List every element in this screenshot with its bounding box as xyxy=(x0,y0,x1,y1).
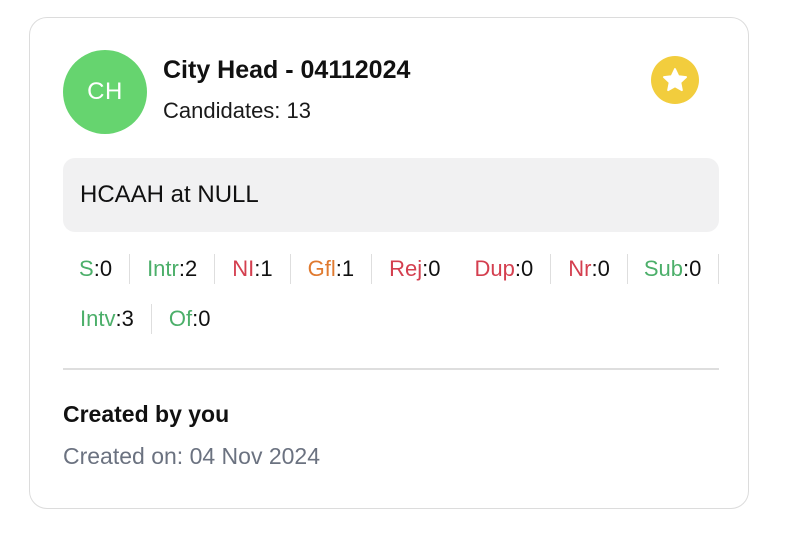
stat-value: 0 xyxy=(597,256,610,281)
stat-value: 0 xyxy=(198,306,211,331)
stat-key: Intv xyxy=(80,306,116,331)
stat-value: 2 xyxy=(184,256,198,281)
stat-dup[interactable]: Dup:0 xyxy=(458,254,552,284)
stat-key: Intr xyxy=(147,256,179,281)
stat-value: 1 xyxy=(341,256,355,281)
stat-nr[interactable]: Nr:0 xyxy=(551,254,628,284)
stat-key: Rej xyxy=(389,256,423,281)
favorite-button[interactable] xyxy=(651,56,699,104)
stat-key: NI xyxy=(232,256,255,281)
stat-key: Of xyxy=(168,306,193,331)
created-by: Created by you xyxy=(63,401,230,427)
stat-value: 0 xyxy=(428,256,441,281)
stat-ni[interactable]: NI:1 xyxy=(215,254,291,284)
stat-value: 0 xyxy=(689,256,702,281)
stat-value: 0 xyxy=(520,256,534,281)
description-box: HCAAH at NULL xyxy=(63,158,719,232)
stat-intv[interactable]: Intv:3 xyxy=(63,304,152,334)
divider xyxy=(63,368,719,370)
stat-key: Dup xyxy=(474,256,515,281)
stat-s[interactable]: S:0 xyxy=(63,254,131,284)
stat-key: Gfl xyxy=(307,256,336,281)
stat-sub[interactable]: Sub:0 xyxy=(628,254,720,284)
star-icon xyxy=(662,68,688,92)
stat-value: 3 xyxy=(121,306,134,331)
status-counts: S:0 Intr:2 NI:1 Gfl:1 Rej:0 Dup:0 Nr:0 S… xyxy=(63,254,723,334)
stat-key: S xyxy=(79,256,94,281)
stat-value: 0 xyxy=(99,256,113,281)
stat-key: Nr xyxy=(568,256,592,281)
avatar: CH xyxy=(63,50,147,134)
stat-key: Sub xyxy=(643,256,683,281)
stat-intr[interactable]: Intr:2 xyxy=(130,254,216,284)
stat-value: 1 xyxy=(260,256,273,281)
description-text: HCAAH at NULL xyxy=(80,181,259,208)
card-title[interactable]: City Head - 04112024 xyxy=(163,56,410,85)
candidates-count: Candidates: 13 xyxy=(163,98,311,123)
created-on: Created on: 04 Nov 2024 xyxy=(63,443,321,469)
stat-rej[interactable]: Rej:0 xyxy=(372,254,457,284)
job-card[interactable]: CH City Head - 04112024 Candidates: 13 H… xyxy=(29,17,749,509)
stat-gfl[interactable]: Gfl:1 xyxy=(291,254,373,284)
avatar-initials: CH xyxy=(87,78,123,105)
stat-of[interactable]: Of:0 xyxy=(152,304,228,334)
